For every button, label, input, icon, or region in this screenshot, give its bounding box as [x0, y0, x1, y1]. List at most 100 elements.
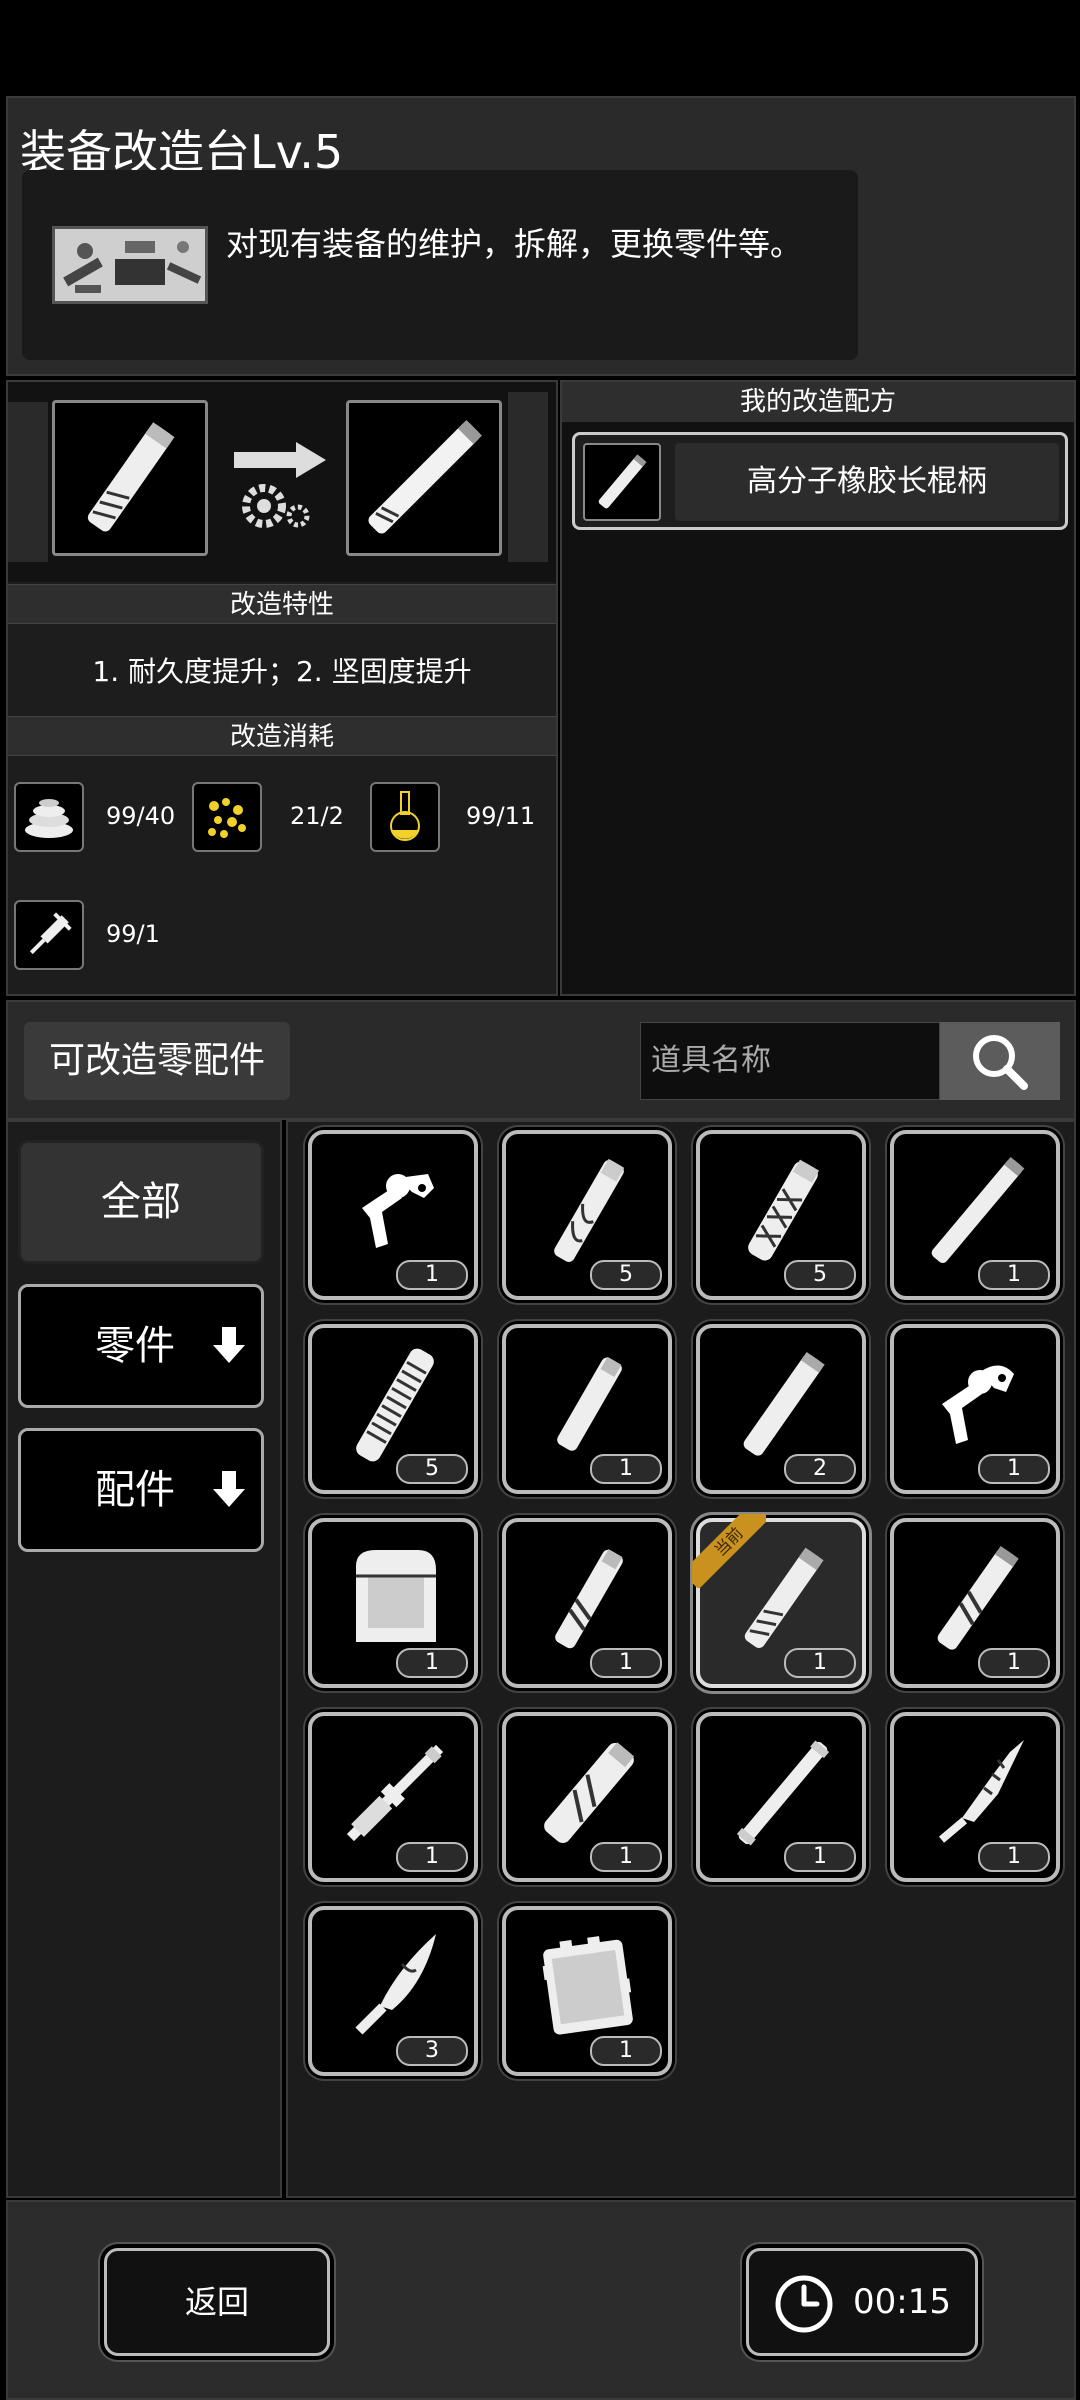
- clock-icon: [775, 2275, 833, 2333]
- result-item-slot[interactable]: [346, 400, 502, 556]
- parts-header: 可改造零配件 道具名称: [6, 1000, 1076, 1120]
- part-slot[interactable]: 1: [890, 1518, 1060, 1688]
- down-arrow-icon: [213, 1471, 245, 1507]
- source-item-slot[interactable]: [52, 400, 208, 556]
- part-slot[interactable]: 1: [502, 1712, 672, 1882]
- workbench-description: 对现有装备的维护，拆解，更换零件等。: [226, 225, 803, 263]
- search-input[interactable]: 道具名称: [640, 1022, 940, 1100]
- item-count: 3: [396, 2036, 468, 2066]
- cost-value: 21/2: [290, 802, 344, 830]
- category-accessories-tab[interactable]: 配件: [18, 1428, 264, 1552]
- grip-handle-icon: [356, 1348, 434, 1462]
- down-arrow-icon: [213, 1327, 245, 1363]
- chemical-flask-icon: [390, 791, 420, 841]
- description-box: 对现有装备的维护，拆解，更换零件等。: [22, 170, 858, 360]
- part-slot[interactable]: 1: [502, 1906, 672, 2076]
- taped-handle-icon: [555, 1549, 623, 1649]
- cost-gold-nuggets[interactable]: [192, 782, 262, 852]
- cost-value: 99/40: [106, 802, 176, 830]
- workbench-illustration-icon: [52, 226, 208, 304]
- category-parts-label: 零件: [95, 1323, 175, 1369]
- rubber-coil-icon: [25, 799, 73, 838]
- part-slot[interactable]: 1: [502, 1324, 672, 1494]
- parts-title: 可改造零配件: [24, 1022, 290, 1100]
- upgrade-panel: 改造特性 1. 耐久度提升；2. 坚固度提升 改造消耗 99/40 21/2 9…: [6, 380, 558, 996]
- wrapped-handle-icon: [554, 1158, 625, 1262]
- gold-nuggets-icon: [208, 798, 246, 838]
- recipe-panel: 我的改造配方 高分子橡胶长棍柄: [560, 380, 1076, 996]
- part-slot[interactable]: 5: [308, 1324, 478, 1494]
- timer-button[interactable]: 00:15: [746, 2248, 978, 2356]
- item-count: 1: [590, 2036, 662, 2066]
- part-slot[interactable]: 5: [696, 1130, 866, 1300]
- part-slot[interactable]: 1: [890, 1130, 1060, 1300]
- item-count: 2: [784, 1454, 856, 1484]
- part-slot[interactable]: 1: [308, 1712, 478, 1882]
- upgrade-preview: [8, 382, 556, 582]
- item-count: 1: [978, 1648, 1050, 1678]
- item-count: 1: [784, 1842, 856, 1872]
- item-count: 5: [784, 1260, 856, 1290]
- handle-icon: [598, 454, 647, 509]
- part-slot[interactable]: 1: [308, 1518, 478, 1688]
- back-button[interactable]: 返回: [104, 2248, 330, 2356]
- part-slot[interactable]: 1: [890, 1324, 1060, 1494]
- recipe-item[interactable]: 高分子橡胶长棍柄: [572, 432, 1068, 530]
- timer-value: 00:15: [853, 2282, 951, 2322]
- part-slot[interactable]: 1: [890, 1712, 1060, 1882]
- long-handle-icon: [931, 1156, 1025, 1264]
- item-count: 1: [784, 1648, 856, 1678]
- item-count: 1: [590, 1648, 662, 1678]
- workbench-header: 装备改造台Lv.5 对现有装备的维护，拆解，更换零件等。: [6, 96, 1076, 376]
- category-all-tab[interactable]: 全部: [18, 1140, 264, 1264]
- serrated-blade-icon: [938, 1740, 1024, 1843]
- part-slot[interactable]: 5: [502, 1130, 672, 1300]
- trigger-icon: [942, 1365, 1014, 1444]
- part-slot[interactable]: 1: [696, 1712, 866, 1882]
- part-slot[interactable]: 2: [696, 1324, 866, 1494]
- status-bar: [0, 0, 1080, 96]
- part-slot[interactable]: 3: [308, 1906, 478, 2076]
- pouch-icon: [356, 1550, 436, 1642]
- category-accessories-label: 配件: [95, 1467, 175, 1513]
- cost-syringe-tool[interactable]: [14, 900, 84, 970]
- recipe-item-icon-frame: [583, 443, 661, 521]
- item-count: 5: [590, 1260, 662, 1290]
- item-count: 1: [396, 1648, 468, 1678]
- bottom-bar: 返回 00:15: [6, 2200, 1076, 2400]
- part-slot[interactable]: 1: [308, 1130, 478, 1300]
- rod-handle-icon: [346, 1744, 444, 1842]
- staff-icon: [736, 1740, 830, 1846]
- item-count: 1: [396, 1260, 468, 1290]
- item-count: 1: [978, 1454, 1050, 1484]
- thick-handle-icon: [544, 1742, 635, 1844]
- braided-handle-icon: [748, 1159, 820, 1261]
- item-count: 1: [590, 1842, 662, 1872]
- item-count: 1: [590, 1454, 662, 1484]
- machete-icon: [355, 1934, 436, 2035]
- item-count: 1: [978, 1260, 1050, 1290]
- handle-icon: [87, 422, 175, 532]
- part-slot-selected[interactable]: 当前 1: [692, 1514, 866, 1688]
- plain-handle-icon: [743, 1351, 825, 1456]
- recipe-item-label: 高分子橡胶长棍柄: [675, 443, 1059, 521]
- cost-chemical-flask[interactable]: [370, 782, 440, 852]
- parts-grid: 1 5 5 1 5 1 2 1 1 1 当前 1 1 1 1 1 1 3 1: [286, 1120, 1076, 2198]
- category-parts-tab[interactable]: 零件: [18, 1284, 264, 1408]
- item-count: 5: [396, 1454, 468, 1484]
- search-icon: [973, 1035, 1028, 1090]
- upgrade-arrow-icon: [234, 442, 326, 528]
- armor-plate-icon: [542, 1936, 633, 2035]
- search-button[interactable]: [940, 1022, 1060, 1100]
- cost-rubber-coil[interactable]: [14, 782, 84, 852]
- trigger-icon: [362, 1174, 434, 1248]
- taped-handle-icon: [937, 1545, 1019, 1650]
- long-handle-icon: [368, 420, 482, 534]
- cost-value: 99/11: [466, 802, 536, 830]
- part-slot[interactable]: 1: [502, 1518, 672, 1688]
- category-panel: 全部 零件 配件: [6, 1120, 282, 2198]
- cost-header: 改造消耗: [8, 716, 556, 756]
- traits-header: 改造特性: [8, 584, 556, 624]
- recipe-header: 我的改造配方: [562, 382, 1074, 422]
- short-handle-icon: [557, 1356, 622, 1451]
